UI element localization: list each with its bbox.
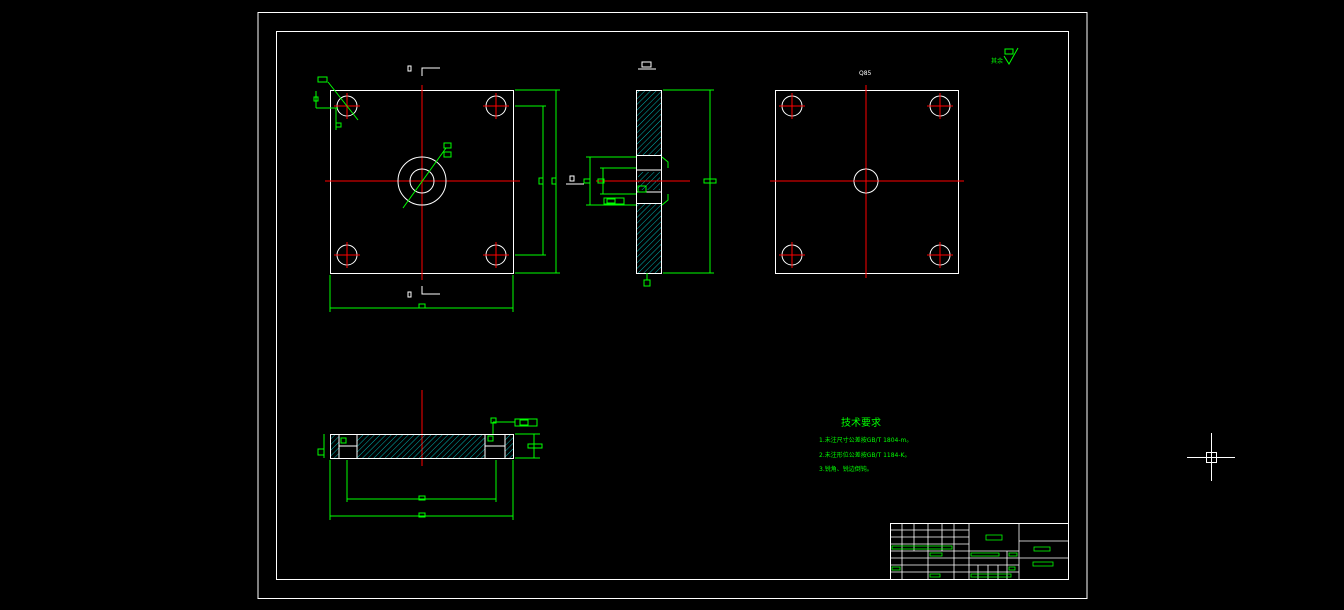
technical-requirement-item-2: 2.未注形位公差按GB/T 1184-K。 [819, 451, 910, 459]
sheet-outer-border [257, 12, 1088, 599]
cad-drawing-canvas[interactable]: Q85 其余 技术要求 1.未注尺寸公差按GB/T 1804-m。 2.未注形位… [0, 0, 1344, 610]
title-block[interactable] [890, 523, 1069, 580]
side-view[interactable] [317, 390, 543, 520]
top-view-hole-tl [779, 93, 805, 119]
side-view-dimensions [317, 417, 543, 520]
section-view-hatched-plate-top [636, 90, 662, 156]
top-view[interactable]: Q85 [770, 70, 964, 278]
technical-requirement-item-1: 1.未注尺寸公差按GB/T 1804-m。 [819, 436, 912, 444]
front-view-leader-hole [327, 81, 359, 121]
technical-requirements-title: 技术要求 [841, 416, 881, 429]
top-view-hole-tr [927, 93, 953, 119]
front-view-hole-bl [334, 242, 360, 268]
front-view-hole-tr [483, 93, 509, 119]
technical-requirements: 技术要求 1.未注尺寸公差按GB/T 1804-m。 2.未注形位公差按GB/T… [819, 416, 912, 473]
front-view[interactable] [313, 65, 560, 312]
side-view-hatch-right [505, 435, 513, 458]
front-view-hole-br [483, 242, 509, 268]
title-block-revision-grid [890, 523, 970, 579]
roughness-note-text: 其余 [991, 57, 1003, 65]
section-view-hatched-plate-bottom [636, 203, 662, 274]
side-view-hatch-center [357, 435, 485, 458]
front-view-section-marker-top [407, 65, 440, 76]
front-view-section-marker-bottom [407, 286, 440, 298]
roughness-symbol: 其余 [991, 47, 1019, 65]
title-block-middle [969, 523, 1068, 579]
technical-requirement-item-3: 3.锐角、锐边倒钝。 [819, 465, 873, 473]
front-view-height-dimension [515, 89, 560, 274]
title-block-outline [890, 523, 1069, 580]
top-view-label: Q85 [859, 70, 872, 77]
top-view-hole-br [927, 242, 953, 268]
crosshair-icon [1187, 433, 1235, 481]
side-view-hatch-left [331, 435, 339, 458]
section-view[interactable] [566, 61, 717, 287]
sheet-inner-border [276, 31, 1069, 580]
top-view-hole-bl [779, 242, 805, 268]
